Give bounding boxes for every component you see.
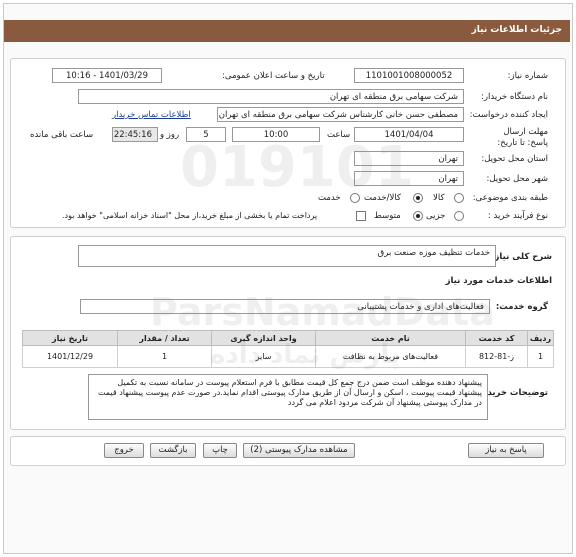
cell-date: 1401/12/29 <box>22 345 118 368</box>
city-label: شهر محل تحویل: <box>486 174 548 184</box>
summary-field: خدمات تنظیف موزه صنعت برق <box>78 245 496 267</box>
creator-label: ایجاد کننده درخواست: <box>469 110 548 120</box>
col-date: تاریخ نیاز <box>22 330 118 346</box>
contact-info-link[interactable]: اطلاعات تماس خریدار <box>112 110 191 120</box>
deadline-label: مهلت ارسال پاسخ: تا تاریخ: <box>497 127 548 148</box>
watermark-brand-fa: پارس نماد داده <box>210 340 400 370</box>
exit-button[interactable]: خروج <box>104 443 144 458</box>
cell-code: ز-81-812 <box>465 345 528 368</box>
back-button[interactable]: بازگشت <box>150 443 196 458</box>
buyer-notes-field: پیشنهاد دهنده موظف است ضمن درج جمع کل قی… <box>88 374 488 420</box>
treasury-payment-note: پرداخت تمام یا بخشی از مبلغ خرید،از محل … <box>62 211 318 220</box>
cell-qty: 1 <box>117 345 212 368</box>
services-title: اطلاعات خدمات مورد نیاز <box>445 276 552 286</box>
remaining-label: ساعت باقی مانده <box>30 130 94 140</box>
process-radio-medium[interactable] <box>413 211 423 221</box>
treasury-payment-checkbox[interactable] <box>356 211 366 221</box>
print-button[interactable]: چاپ <box>203 443 237 458</box>
buyer-field: شرکت سهامی برق منطقه ای تهران <box>78 89 464 104</box>
col-row: ردیف <box>527 330 554 346</box>
page-title: جزئیات اطلاعات نیاز <box>4 20 570 42</box>
watermark-brand: ParsNamadData <box>150 290 495 334</box>
need-number-field: 1101001008000052 <box>354 68 464 83</box>
buyer-label: نام دستگاه خریدار: <box>481 92 548 102</box>
group-label: گروه خدمت: <box>495 302 548 312</box>
process-radio-minor[interactable] <box>454 211 464 221</box>
need-number-label: شماره نیاز: <box>507 71 548 81</box>
cell-row: 1 <box>527 345 554 368</box>
watermark-number: 019101 <box>180 135 414 200</box>
creator-field: مصطفی حسن خانی کارشناس شرکت سهامی برق من… <box>217 107 464 122</box>
province-label: استان محل تحویل: <box>481 154 548 164</box>
category-option-goods: کالا <box>433 193 445 203</box>
remaining-time-field: 22:45:16 <box>112 127 158 142</box>
attachments-button[interactable]: مشاهده مدارک پیوستی (2) <box>243 443 355 458</box>
days-label: روز و <box>160 130 180 140</box>
announce-datetime-field: 1401/03/29 - 10:16 <box>52 68 162 83</box>
reply-button[interactable]: پاسخ به نیاز <box>468 443 544 458</box>
process-option-minor: جزیی <box>426 211 446 221</box>
category-radio-goods[interactable] <box>454 193 464 203</box>
category-radio-goods-service[interactable] <box>413 193 423 203</box>
category-label: طبقه بندی موضوعی: <box>472 193 548 203</box>
announce-label: تاریخ و ساعت اعلان عمومی: <box>222 71 325 81</box>
summary-label: شرح کلی نیاز: <box>491 252 552 262</box>
process-label: نوع فرآیند خرید : <box>487 211 548 221</box>
process-option-medium: متوسط <box>374 211 401 221</box>
